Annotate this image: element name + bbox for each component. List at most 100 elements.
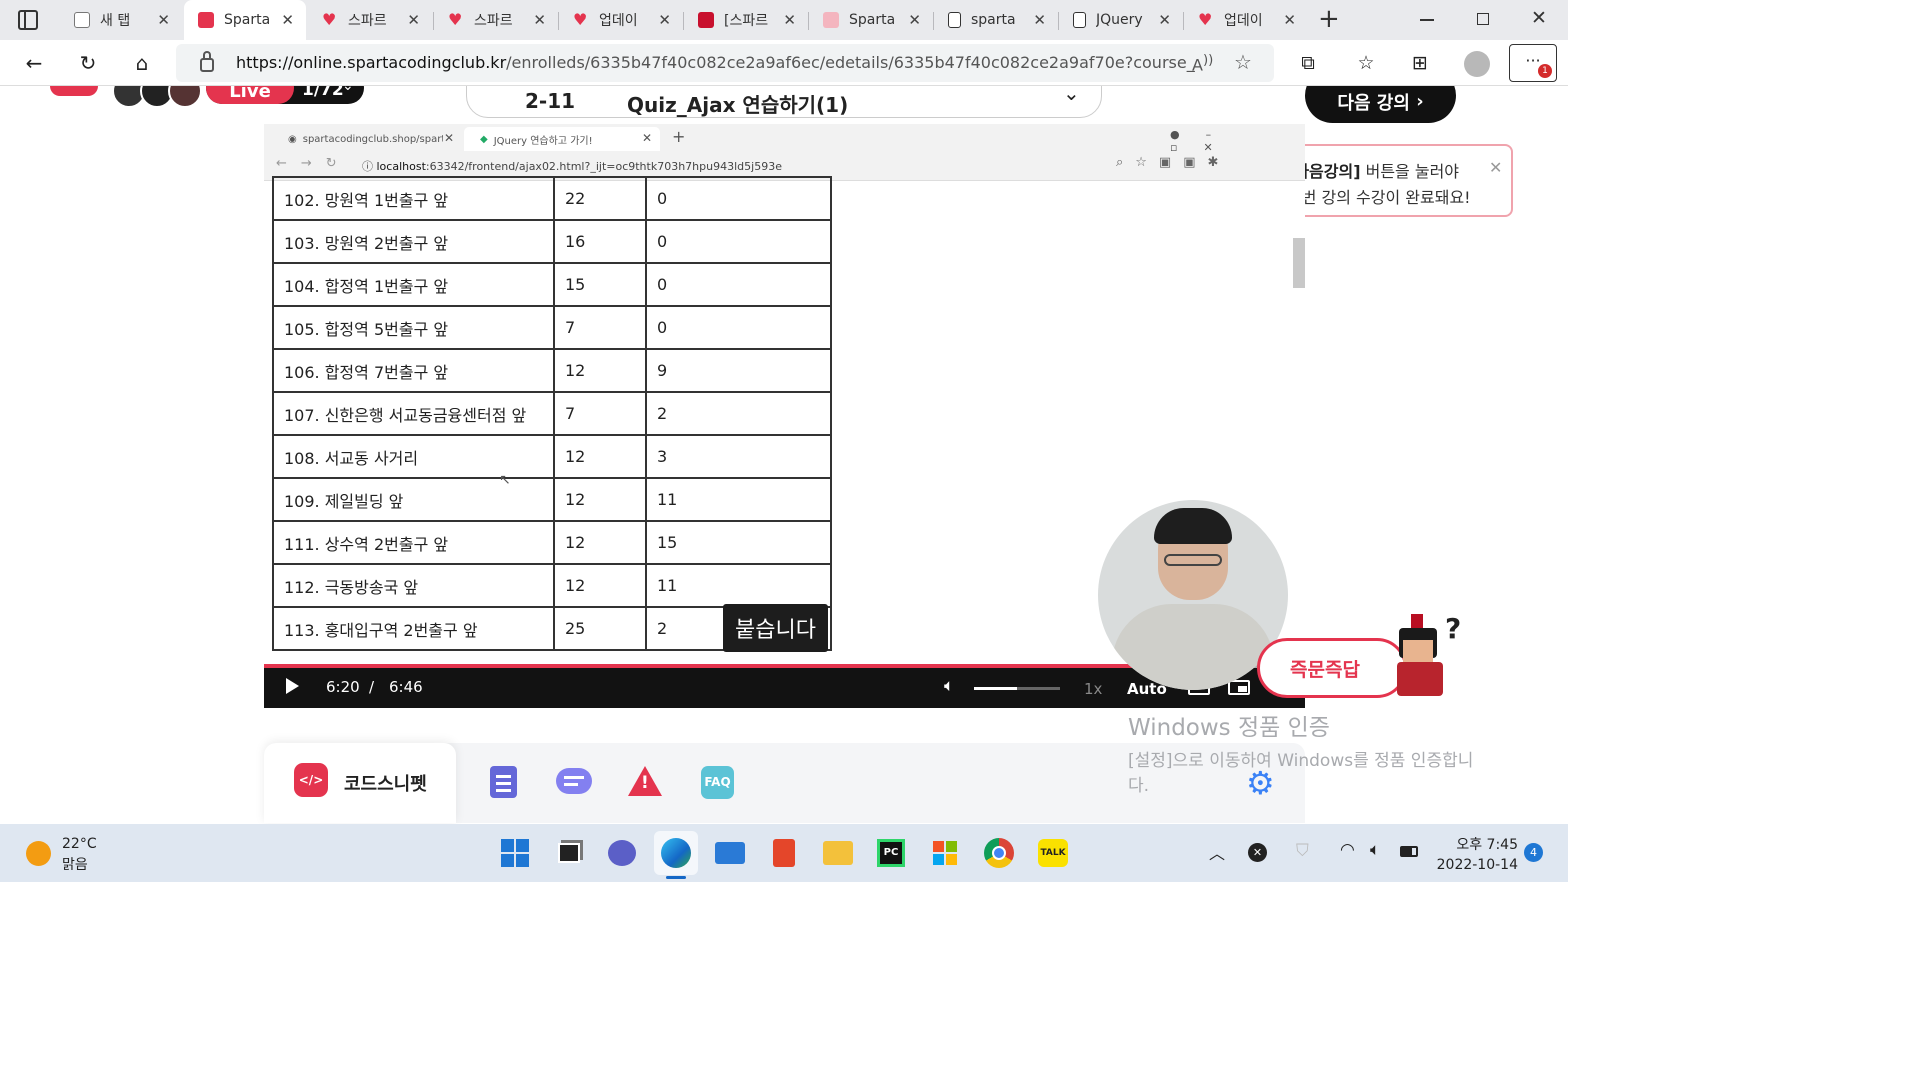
tab-title: Sparta [224,12,271,28]
kakaotalk-icon[interactable]: TALK [1037,837,1069,869]
url-text[interactable]: https://online.spartacodingclub.kr/enrol… [236,53,1196,72]
tab-4[interactable]: ♥ 업데이 ✕ [559,0,683,40]
avatar [168,86,202,108]
tab-close-icon[interactable]: ✕ [1283,11,1296,29]
instructor-hair [1154,508,1232,544]
volume-icon[interactable]: 🔈︎ [944,676,954,696]
chat-icon[interactable] [606,837,638,869]
sparta-heart-icon: ♥ [1198,10,1213,29]
tab-title: 업데이 [599,13,638,29]
volume-slider[interactable] [974,687,1060,690]
wifi-icon[interactable]: ◠ [1340,840,1355,860]
live-label: Live [206,86,294,104]
rack-count-cell: 25 [553,606,647,651]
lecture-selector[interactable]: 2-11 Quiz_Ajax 연습하기(1) ⌄ [466,86,1102,118]
close-icon[interactable]: ✕ [1489,158,1502,177]
url-bar[interactable]: https://online.spartacodingclub.kr/enrol… [176,44,1274,82]
store-icon[interactable] [929,837,961,869]
rack-count-cell: 16 [553,219,647,264]
live-badge[interactable]: Live 1/72 ⌄ [206,86,364,104]
add-favorite-icon[interactable]: ☆ [1234,50,1252,74]
speaker-icon[interactable]: 🔈︎ [1370,840,1380,860]
question-button-label: 즉문즉답 [1290,658,1360,681]
checklist-icon[interactable] [490,766,517,798]
chat-bubble-icon[interactable] [556,768,592,794]
question-mark-icon: ? [1445,612,1462,645]
tab-5[interactable]: [스파르 ✕ [684,0,808,40]
task-view-icon[interactable] [553,837,585,869]
tab-0[interactable]: 새 탭 ✕ [60,0,182,40]
collections-icon[interactable]: ⊞ [1406,49,1434,77]
faq-icon[interactable]: FAQ [701,766,734,799]
tab-1[interactable]: Sparta ✕ [184,0,306,40]
pycharm-icon[interactable]: PC [875,837,907,869]
notification-badge[interactable]: 4 [1524,843,1543,862]
tab-close-icon[interactable]: ✕ [533,11,546,29]
chrome-icon[interactable] [983,837,1015,869]
minimize-icon[interactable] [1420,19,1434,21]
tab-actions-icon[interactable] [18,10,38,30]
back-icon[interactable]: ← [20,49,48,77]
tab-close-icon[interactable]: ✕ [281,11,294,29]
table-row: 107. 신한은행 서교동금융센터점 앞72 [272,391,832,436]
code-snippet-tab[interactable]: </> 코드스니펫 [264,743,456,823]
station-name-cell: 111. 상수역 2번출구 앞 [272,520,555,565]
tab-close-icon[interactable]: ✕ [658,11,671,29]
tooltip-line2: 이번 강의 수강이 완료돼요! [1287,188,1471,207]
battery-icon[interactable] [1400,846,1418,857]
url-host: https://online.spartacodingclub.kr [236,53,507,72]
office-icon[interactable] [768,837,800,869]
mouse-cursor-icon: ↖ [499,472,511,488]
warning-icon[interactable]: ! [628,766,662,796]
tab-title: JQuery [1096,12,1143,28]
read-aloud-icon[interactable]: A)) [1192,53,1213,74]
tab-close-icon[interactable]: ✕ [783,11,796,29]
play-icon[interactable] [286,678,299,694]
tab-9[interactable]: ♥ 업데이 ✕ [1184,0,1308,40]
tab-2[interactable]: ♥ 스파르 ✕ [308,0,432,40]
chevron-down-icon: ⌄ [342,86,354,94]
tray-close-circle-icon[interactable]: ✕ [1248,843,1267,862]
weather-widget[interactable]: 22°C 맑음 [26,834,146,874]
tab-close-icon[interactable]: ✕ [157,11,170,29]
mascot-icon[interactable]: ? [1393,612,1461,698]
settings-more-button[interactable]: ··· 1 [1509,44,1557,82]
tab-close-icon[interactable]: ✕ [1158,11,1171,29]
watermark-line2: 다. [1128,776,1150,796]
table-row: 106. 합정역 7번출구 앞 12 9 [272,348,832,393]
tab-close-icon[interactable]: ✕ [1033,11,1046,29]
close-window-icon[interactable]: ✕ [1531,7,1547,29]
tab-title: 스파르 [348,13,387,29]
profile-avatar[interactable] [1464,51,1490,77]
tray-shield-icon[interactable]: ⛉ [1296,841,1309,861]
lock-icon[interactable] [200,58,214,72]
clock[interactable]: 오후 7:45 2022-10-14 [1434,834,1518,873]
instant-question-button[interactable]: 즉문즉답 [1257,638,1407,698]
video-tab-title: spartacodingclub.shop/sparta_a [302,133,443,145]
windows-start-icon[interactable] [499,837,531,869]
favorites-icon[interactable]: ☆ [1352,49,1380,77]
speed-button[interactable]: 1x [1084,680,1102,698]
station-name-cell: 113. 홍대입구역 2번출구 앞 [272,606,555,651]
tab-6[interactable]: Sparta ✕ [809,0,933,40]
new-tab-plus-icon[interactable]: + [1318,4,1340,34]
mail-icon[interactable] [714,837,746,869]
window-controls: ●–▫✕ [1170,128,1239,154]
restore-icon[interactable] [1477,13,1489,25]
menu-badge: 1 [1538,64,1552,78]
station-name-cell: 112. 극동방송국 앞 [272,563,555,608]
tab-7[interactable]: sparta ✕ [934,0,1058,40]
tab-8[interactable]: JQuery ✕ [1059,0,1183,40]
refresh-icon[interactable]: ↻ [74,49,102,77]
edge-icon[interactable] [654,831,698,875]
tray-chevron-icon[interactable]: ︿ [1209,840,1225,864]
tab-close-icon[interactable]: ✕ [908,11,921,29]
file-explorer-icon[interactable] [822,837,854,869]
home-icon[interactable]: ⌂ [128,49,156,77]
extensions-icon[interactable]: ⧉ [1294,49,1322,77]
tab-3[interactable]: ♥ 스파르 ✕ [434,0,558,40]
sparta-logo[interactable] [50,86,98,96]
next-lecture-button[interactable]: 다음 강의 › [1305,86,1456,123]
tab-close-icon[interactable]: ✕ [407,11,420,29]
table-row: 105. 합정역 5번출구 앞70 [272,305,832,350]
